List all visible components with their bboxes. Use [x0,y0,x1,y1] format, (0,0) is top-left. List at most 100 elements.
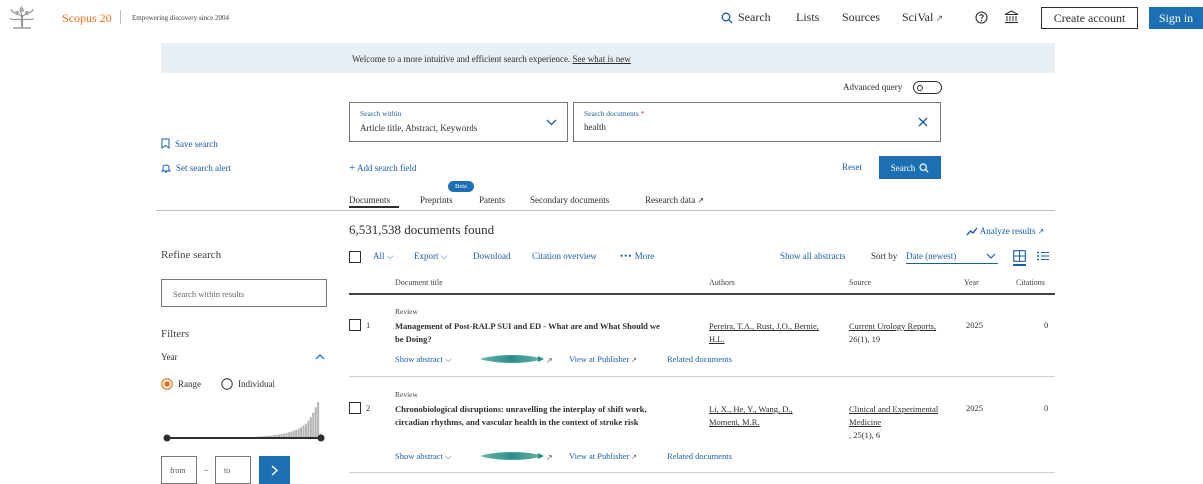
nav-lists[interactable]: Lists [796,10,819,25]
save-search-label: Save search [175,138,218,149]
col-year[interactable]: Year [964,278,979,287]
elsevier-logo-icon[interactable] [8,5,36,30]
row-citations: 0 [1044,320,1049,330]
chevron-right-icon [271,464,278,476]
bell-icon [161,162,171,173]
more-menu[interactable]: ••• More [620,251,654,261]
search-within-results-input[interactable]: Search within results [161,279,327,307]
document-type: Review [395,390,418,399]
add-search-field-link[interactable]: + Add search field [349,162,416,174]
export-dropdown[interactable]: Export ⌵ [414,251,448,262]
see-what-is-new-link[interactable]: See what is new [573,54,631,64]
clear-icon[interactable] [918,117,928,127]
search-within-select[interactable]: Search within Article title, Abstract, K… [349,102,568,142]
tab-preprints[interactable]: Preprints [420,195,453,205]
individual-label: Individual [238,379,275,389]
col-document-title[interactable]: Document title [395,278,443,287]
chevron-up-icon[interactable] [315,354,325,360]
reset-link[interactable]: Reset [842,162,862,172]
sort-select[interactable]: Date (newest) [906,251,998,264]
tab-research-data[interactable]: Research data ↗ [645,195,704,205]
document-title-link[interactable]: Management of Post-RALP SUI and ED - Wha… [395,320,670,346]
nav-sources[interactable]: Sources [842,10,880,25]
search-documents-label: Search documents * [584,109,644,118]
toggle-knob [917,84,923,91]
range-slider-max-handle[interactable] [317,434,325,442]
range-slider-min-handle[interactable] [163,434,171,442]
show-all-abstracts-link[interactable]: Show all abstracts [780,251,846,261]
apply-year-button[interactable] [259,456,290,484]
document-title-link[interactable]: Chronobiological disruptions: unravellin… [395,403,680,429]
year-from-input[interactable]: from [161,456,197,484]
show-abstract-toggle[interactable]: Show abstract ⌵ [395,451,452,462]
row-year: 2025 [966,403,983,413]
advanced-query-toggle[interactable] [913,81,942,94]
view-at-publisher-link[interactable]: View at Publisher ↗ [569,354,637,364]
table-view-icon[interactable] [1013,250,1026,266]
external-link-icon: ↗ [629,356,638,364]
citation-overview-link[interactable]: Citation overview [532,251,597,261]
search-documents-input[interactable]: Search documents * health [573,102,941,142]
search-query-value[interactable]: health [584,122,606,132]
tagline: Empowering discovery since 2004 [132,14,230,22]
histogram-bar [304,423,307,438]
row-checkbox[interactable] [349,319,361,331]
authors-text[interactable]: Pereira, T.A., Rust, J.O., Bernie, H.L. [709,321,819,344]
top-header: Scopus 20 Empowering discovery since 200… [0,0,1203,36]
nav-search[interactable]: Search [721,10,771,28]
row-number: 2 [366,403,371,413]
related-documents-link[interactable]: Related documents [667,451,732,461]
scopus-brand[interactable]: Scopus 20 [62,11,112,26]
more-dots-icon: ••• [620,251,633,261]
full-text-link-icon[interactable]: ↗ [480,354,554,364]
related-documents-link[interactable]: Related documents [667,354,732,364]
advanced-query-label: Advanced query [843,82,903,92]
trend-icon [966,227,978,236]
analyze-results-link[interactable]: Analyze results ↗ [966,226,1044,236]
year-histogram [161,398,327,448]
list-view-icon[interactable] [1037,251,1050,261]
tab-secondary-documents[interactable]: Secondary documents [530,195,609,205]
tab-patents[interactable]: Patents [479,195,505,205]
search-within-value: Article title, Abstract, Keywords [360,123,478,133]
authors-list[interactable]: Li, X., He, Y., Wang, D., Momeni, M.R. [709,403,821,429]
tab-research-data-label: Research data [645,195,696,205]
histogram-bar [292,430,295,438]
chevron-down-icon: ⌵ [445,354,452,364]
nav-scival[interactable]: SciVal ↗ [902,10,943,25]
table-header-divider [349,293,1055,295]
authors-text[interactable]: Li, X., He, Y., Wang, D., Momeni, M.R. [709,404,793,427]
individual-radio[interactable]: Individual [221,378,275,392]
show-abstract-toggle[interactable]: Show abstract ⌵ [395,354,452,365]
row-checkbox[interactable] [349,402,361,414]
search-button[interactable]: Search [879,156,941,179]
select-all-checkbox[interactable] [349,251,361,263]
brand-separator [120,10,121,24]
sign-in-button[interactable]: Sign in [1149,7,1203,29]
row-citations: 0 [1044,403,1049,413]
refine-search-heading: Refine search [161,249,222,261]
tab-documents[interactable]: Documents [349,195,390,205]
full-text-link-icon[interactable]: ↗ [480,451,554,461]
range-radio[interactable]: Range [161,378,201,392]
all-dropdown[interactable]: All ⌵ [373,251,394,262]
chevron-down-icon: ⌵ [445,451,452,461]
view-at-publisher-link[interactable]: View at Publisher ↗ [569,451,637,461]
add-field-label: Add search field [356,163,417,173]
col-citations[interactable]: Citations [1016,278,1045,287]
source-title-link[interactable]: Current Urology Reports, [849,321,936,331]
search-button-label: Search [890,162,916,173]
authors-list[interactable]: Pereira, T.A., Rust, J.O., Bernie, H.L. [709,320,829,346]
set-search-alert-link[interactable]: Set search alert [161,162,231,175]
col-authors[interactable]: Authors [709,278,735,287]
show-abstract-label: Show abstract [395,451,443,461]
year-to-input[interactable]: to [215,456,251,484]
results-count: 6,531,538 documents found [349,222,495,237]
institution-icon[interactable] [1004,10,1019,24]
download-link[interactable]: Download [473,251,511,261]
source-title-link[interactable]: Clinical and Experimental Medicine [849,404,938,427]
help-icon[interactable] [975,11,988,24]
create-account-button[interactable]: Create account [1041,7,1138,29]
col-source[interactable]: Source [849,278,871,287]
save-search-link[interactable]: Save search [161,138,218,151]
